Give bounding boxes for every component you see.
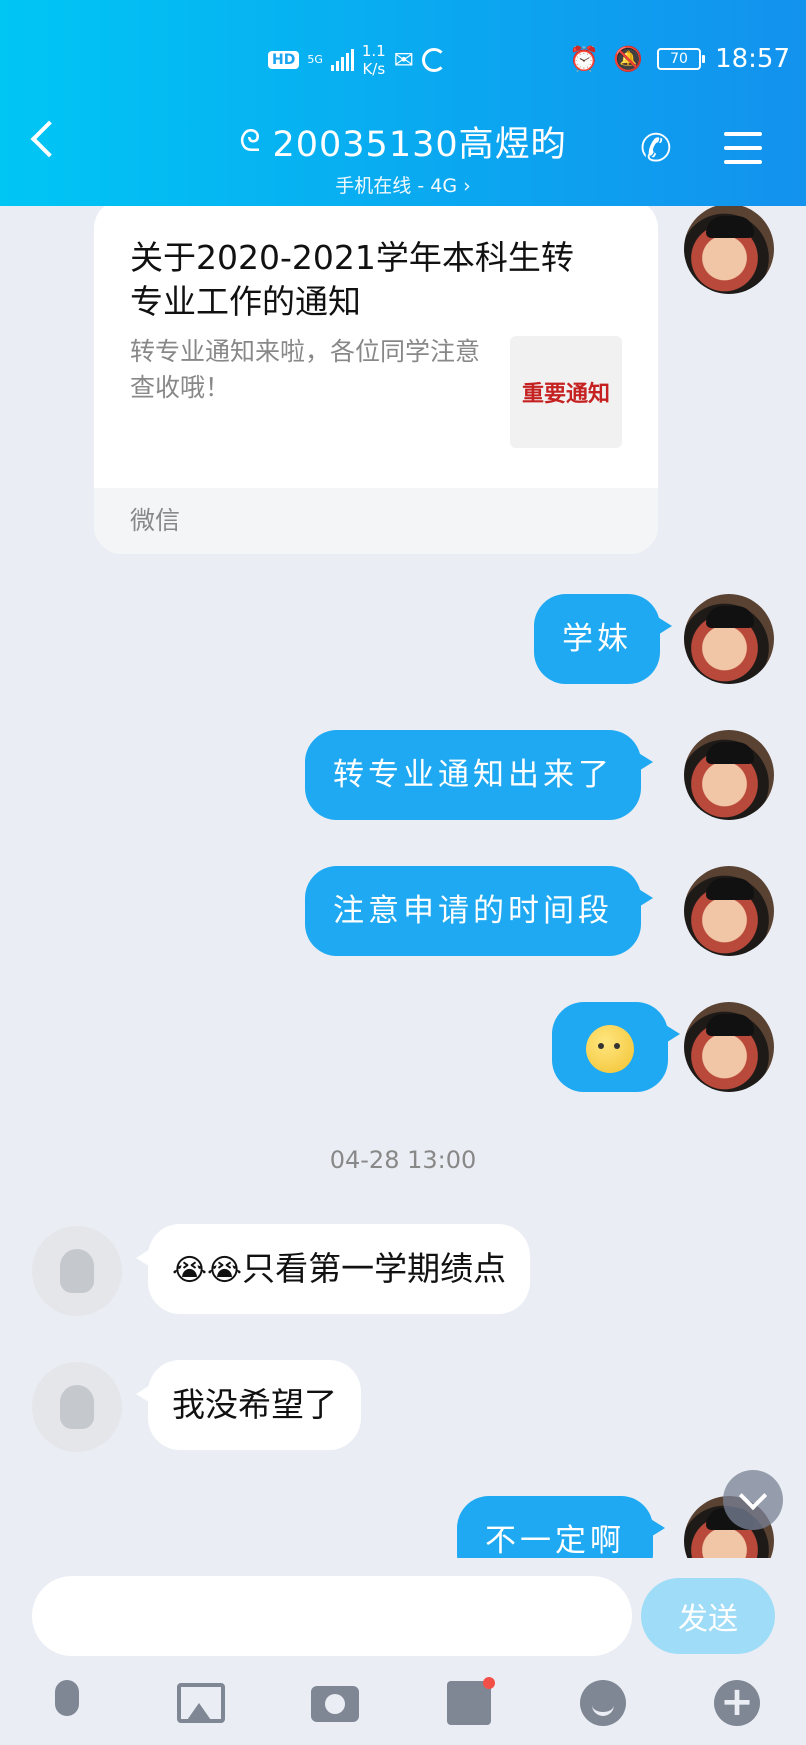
battery-icon: 70 [657,48,706,70]
send-button[interactable]: 发送 [641,1578,775,1654]
status-left: HD 5G 1.1 K/s ✉ [268,42,446,78]
message-bubble-out[interactable] [552,1002,680,1092]
card-source: 微信 [94,488,658,554]
time-separator: 04-28 13:00 [329,1146,477,1174]
network-type: 5G [307,53,323,66]
input-bar: 发送 + [0,1558,806,1745]
avatar[interactable] [684,1002,774,1092]
card-title: 关于2020-2021学年本科生转专业工作的通知 [130,238,574,321]
menu-icon[interactable] [724,132,762,164]
message-bubble-in[interactable]: 我没希望了 [136,1360,361,1450]
mic-icon[interactable] [42,1678,92,1728]
status-bar: HD 5G 1.1 K/s ✉ ⏰ 🔕 70 18:57 [0,36,806,86]
message-list[interactable]: 关于2020-2021学年本科生转专业工作的通知 转专业通知来啦，各位同学注意查… [0,206,806,1558]
mute-icon: 🔕 [613,45,644,73]
message-input[interactable] [32,1576,632,1656]
message-bubble-out[interactable]: 不一定啊 [457,1496,665,1558]
card-description: 转专业通知来啦，各位同学注意查收哦！ [130,337,481,402]
title-block[interactable]: ᘓ 20035130高煜昀 手机在线 - 4G › [0,116,806,198]
network-speed: 1.1 K/s [362,42,386,78]
input-toolbar: + [0,1668,806,1745]
avatar[interactable] [684,594,774,684]
contact-avatar[interactable] [32,1362,122,1452]
scroll-to-bottom-button[interactable] [723,1470,783,1530]
speed-unit: K/s [362,60,386,78]
card-thumbnail: 重要通知 [510,336,622,448]
wechat-icon: ✉ [393,46,414,74]
online-status: 手机在线 - 4G › [335,175,471,197]
shared-article-card[interactable]: 关于2020-2021学年本科生转专业工作的通知 转专业通知来啦，各位同学注意查… [94,206,658,554]
emoji-icon[interactable] [578,1678,628,1728]
alarm-icon: ⏰ [569,45,600,73]
avatar[interactable] [684,730,774,820]
plus-icon[interactable]: + [712,1678,762,1728]
emoji-icon [586,1024,634,1073]
notification-dot [483,1677,495,1689]
image-icon[interactable] [176,1678,226,1728]
message-bubble-out[interactable]: 学妹 [534,594,672,684]
hd-badge: HD [268,51,300,69]
ear-icon: ᘓ [239,124,261,159]
message-bubble-out[interactable]: 注意申请的时间段 [305,866,653,956]
avatar[interactable] [684,206,774,294]
chat-header: HD 5G 1.1 K/s ✉ ⏰ 🔕 70 18:57 ᘓ 20035130高… [0,0,806,206]
signal-icon [330,49,354,71]
phone-icon[interactable]: ✆ [640,126,672,170]
chat-title: 20035130高煜昀 [272,125,567,165]
red-packet-icon[interactable] [444,1677,495,1728]
message-text: 只看第一学期绩点 [242,1249,507,1288]
clock: 18:57 [715,44,790,74]
camera-icon[interactable] [310,1678,360,1728]
contact-avatar[interactable] [32,1226,122,1316]
speed-value: 1.1 [361,42,386,60]
message-bubble-in[interactable]: 😭😭只看第一学期绩点 [135,1224,531,1314]
avatar[interactable] [684,866,774,956]
loading-icon [421,48,446,72]
status-right: ⏰ 🔕 70 18:57 [569,44,790,74]
card-thumb-text: 重要通知 [521,381,610,407]
cry-emoji: 😭😭 [172,1253,243,1288]
message-bubble-out[interactable]: 转专业通知出来了 [305,730,653,820]
